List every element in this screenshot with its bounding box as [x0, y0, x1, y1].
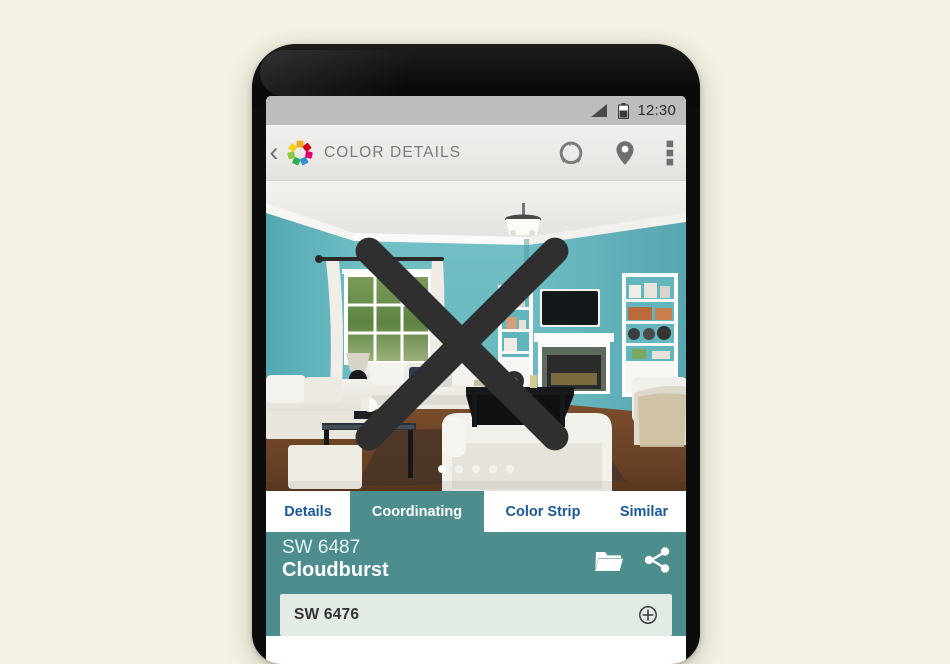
photo-pagination-dots[interactable] — [438, 465, 514, 473]
detail-tab-bar: Details Coordinating Color Strip Similar — [266, 491, 686, 532]
add-circle-icon[interactable] — [638, 605, 658, 625]
pagination-dot[interactable] — [489, 465, 497, 473]
pagination-dot[interactable] — [438, 465, 446, 473]
battery-icon — [618, 102, 630, 119]
tab-similar[interactable]: Similar — [602, 491, 686, 532]
screenshot-canvas: 12:30 ‹ COLOR DETAILS Details Coordinati… — [0, 0, 950, 664]
phone-device-frame: 12:30 ‹ COLOR DETAILS Details Coordinati… — [252, 44, 700, 664]
pagination-dot[interactable] — [472, 465, 480, 473]
tab-details[interactable]: Details — [266, 491, 350, 532]
signal-bars-icon — [591, 104, 608, 117]
close-x-icon[interactable] — [266, 189, 672, 491]
back-chevron-icon[interactable]: ‹ — [266, 139, 282, 166]
app-toolbar: ‹ COLOR DETAILS — [266, 125, 686, 181]
coordinating-color-row[interactable]: SW 6476 — [280, 594, 672, 636]
bezel-glare — [260, 50, 470, 96]
pagination-dot[interactable] — [506, 465, 514, 473]
overflow-menu-icon[interactable] — [666, 140, 674, 166]
status-bar-clock: 12:30 — [637, 102, 676, 119]
tab-color-strip[interactable]: Color Strip — [484, 491, 602, 532]
coordinating-list: SW 6476 — [266, 594, 686, 636]
colorsnap-flower-logo-icon — [287, 140, 313, 165]
color-header: SW 6487 Cloudburst — [266, 532, 686, 594]
status-bar: 12:30 — [266, 96, 686, 125]
room-scene-photo[interactable] — [266, 181, 686, 491]
pagination-dot[interactable] — [455, 465, 463, 473]
sync-refresh-icon[interactable] — [557, 139, 585, 167]
tab-coordinating[interactable]: Coordinating — [350, 491, 484, 532]
location-pin-icon[interactable] — [611, 139, 639, 167]
page-title: COLOR DETAILS — [324, 143, 462, 161]
phone-screen: 12:30 ‹ COLOR DETAILS Details Coordinati… — [266, 96, 686, 664]
share-icon[interactable] — [642, 545, 672, 575]
color-header-actions — [594, 545, 672, 575]
folder-icon[interactable] — [594, 545, 624, 575]
coordinating-color-number: SW 6476 — [294, 606, 360, 623]
